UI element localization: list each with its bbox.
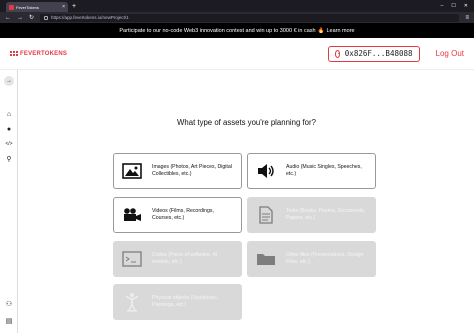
reload-icon[interactable]: ↻ <box>29 15 34 21</box>
back-icon[interactable]: ← <box>5 15 11 21</box>
home-icon[interactable]: ⌂ <box>4 109 14 119</box>
browser-tab-strip: FeverTokens × + – ☐ ✕ <box>0 0 474 12</box>
learn-more-link[interactable]: Learn more <box>326 28 354 34</box>
card-label: Codes (Piece of software, AI models, etc… <box>152 252 218 265</box>
favicon-icon <box>9 4 14 10</box>
card-label: Audio (Music Singles, Speeches, etc.) <box>286 164 362 177</box>
app-header: FEVERTOKENS 0x826F...B48088 Log Out <box>0 38 474 70</box>
card-label: Other files (Presentations, Design Files… <box>286 252 364 265</box>
logout-button[interactable]: Log Out <box>436 49 464 58</box>
menu-icon[interactable]: ≡ <box>465 15 469 21</box>
folder-icon <box>256 249 276 269</box>
close-window-icon[interactable]: ✕ <box>464 3 468 9</box>
user-icon[interactable]: ● <box>4 124 14 134</box>
tab-title: FeverTokens <box>16 4 39 10</box>
statue-icon <box>122 292 142 312</box>
document-icon <box>256 205 276 225</box>
wallet-address: 0x826F...B48088 <box>344 49 413 58</box>
window-controls: – ☐ ✕ <box>441 3 474 9</box>
search-icon[interactable]: ⚲ <box>4 154 14 164</box>
asset-card-texts: Texts (Books, Poems, Documents, Papers, … <box>247 197 376 233</box>
speaker-icon <box>256 161 276 181</box>
card-label: Videos (Films, Recordings, Courses, etc.… <box>152 208 214 221</box>
wallet-icon <box>334 49 340 58</box>
lock-icon <box>44 15 49 20</box>
logo[interactable]: FEVERTOKENS <box>9 50 67 57</box>
forward-icon[interactable]: → <box>17 15 23 21</box>
logo-mark-icon <box>9 50 18 57</box>
banner-text: Participate to our no-code Web3 innovati… <box>119 27 316 34</box>
url-bar[interactable]: https://app.fevertokens.io/newProject/1 <box>40 13 460 22</box>
asset-card-audio[interactable]: Audio (Music Singles, Speeches, etc.) <box>247 153 376 189</box>
logo-text: FEVERTOKENS <box>20 50 68 57</box>
tab-close-icon[interactable]: × <box>62 4 65 10</box>
asset-card-codes: Codes (Piece of software, AI models, etc… <box>113 241 242 277</box>
asset-card-physical-objects: Physical objects (Sculptures, Paintings,… <box>113 284 242 320</box>
wallet-button[interactable]: 0x826F...B48088 <box>327 45 420 62</box>
card-label: Images (Photos, Art Pieces, Digital Coll… <box>152 164 232 177</box>
card-label: Physical objects (Sculptures, Paintings,… <box>152 295 219 308</box>
terminal-icon <box>122 249 142 269</box>
sidebar-toggle-button[interactable]: → <box>4 76 14 86</box>
card-label: Texts (Books, Poems, Documents, Papers, … <box>286 208 366 221</box>
book-icon[interactable]: ▤ <box>4 316 14 326</box>
asset-card-images[interactable]: Images (Photos, Art Pieces, Digital Coll… <box>113 153 242 189</box>
fire-icon: 🔥 <box>317 27 325 34</box>
code-icon[interactable]: </> <box>4 139 14 149</box>
browser-tab[interactable]: FeverTokens × <box>6 2 68 12</box>
asset-card-videos[interactable]: Videos (Films, Recordings, Courses, etc.… <box>113 197 242 233</box>
browser-toolbar: ← → ↻ https://app.fevertokens.io/newProj… <box>0 12 474 23</box>
asset-card-other-files: Other files (Presentations, Design Files… <box>247 241 376 277</box>
main-content: What type of assets you're planning for?… <box>19 70 474 333</box>
community-icon[interactable]: ⚇ <box>4 299 14 309</box>
new-tab-button[interactable]: + <box>72 3 76 10</box>
video-camera-icon <box>122 205 142 225</box>
image-icon <box>122 161 142 181</box>
url-text: https://app.fevertokens.io/newProject/1 <box>51 15 129 20</box>
minimize-icon[interactable]: – <box>441 3 444 9</box>
sidebar: → ⌂ ● </> ⚲ ⚇ ▤ <box>0 70 18 333</box>
maximize-icon[interactable]: ☐ <box>451 3 455 9</box>
promo-banner: Participate to our no-code Web3 innovati… <box>0 23 474 38</box>
page-question: What type of assets you're planning for? <box>177 118 316 127</box>
